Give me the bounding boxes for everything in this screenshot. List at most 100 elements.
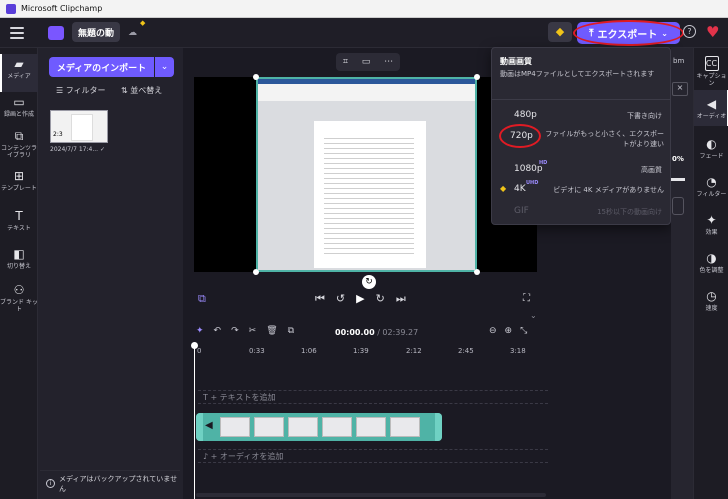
fullscreen-icon[interactable]: ⛶	[523, 293, 530, 304]
rail-audio[interactable]: ◀ オーディオ	[694, 97, 728, 121]
rail-brand-kit[interactable]: ⚇ ブランド キット	[0, 284, 38, 314]
option-gif: GIF 15秒以下の動画向け	[492, 201, 672, 225]
rail-library[interactable]: ⧉ コンテンツライブラリ	[0, 130, 38, 160]
heart-icon[interactable]: ♥	[706, 23, 719, 41]
fit-icon[interactable]: ▭	[362, 57, 371, 67]
speed-icon: ◷	[706, 289, 717, 303]
rail-label: 色を調整	[699, 267, 724, 274]
rail-label: ブランド キット	[0, 299, 38, 313]
gem-small-icon: ◆	[140, 19, 146, 27]
playhead[interactable]	[194, 346, 195, 499]
rotate-icon[interactable]: ↻	[362, 275, 376, 289]
cut-icon[interactable]: ✂	[249, 326, 257, 336]
import-dropdown-button[interactable]: ⌄	[155, 57, 174, 77]
export-quality-menu: 動画画質 動画はMP4ファイルとしてエクスポートされます 480p 下書き向け …	[491, 47, 672, 225]
sort-icon: ⇅	[121, 86, 128, 95]
rail-text[interactable]: T テキスト	[0, 210, 38, 233]
import-media-button[interactable]: メディアのインポート	[49, 57, 154, 77]
rail-media[interactable]: ▰ メディア	[0, 58, 38, 81]
mute-icon[interactable]: ◀	[205, 420, 213, 431]
rail-color[interactable]: ◑ 色を調整	[694, 252, 728, 275]
backup-notice[interactable]: i メディアはバックアップされていません	[40, 470, 180, 496]
speaker-icon: ◀	[706, 97, 717, 111]
fade-icon: ◐	[706, 137, 717, 151]
zoom-controls: ⊖ ⊕ ⤡	[489, 326, 527, 336]
rail-record[interactable]: ▭ 録画と作成	[0, 95, 38, 119]
backup-text: メディアはバックアップされていません	[59, 474, 178, 493]
fit-timeline-icon[interactable]: ⤡	[520, 326, 527, 336]
filter-label: フィルター	[65, 86, 106, 95]
undo-icon[interactable]: ↶	[214, 326, 222, 336]
option-desc: ファイルがもっと小さく、エクスポートがより速い	[545, 130, 664, 148]
text-track[interactable]: T + テキストを追加	[198, 390, 548, 404]
time-total: / 02:39.27	[377, 328, 419, 337]
close-icon[interactable]: ×	[672, 82, 688, 96]
zoom-in-icon[interactable]: ⊕	[505, 326, 513, 336]
rewind-icon[interactable]: ↺	[336, 292, 345, 306]
template-icon: ⊞	[13, 169, 25, 183]
tick-label: 1:39	[353, 347, 369, 355]
rail-label: オーディオ	[696, 113, 727, 120]
rail-captions[interactable]: CC キャプション	[694, 56, 728, 87]
rail-label: テキスト	[7, 225, 31, 232]
skip-back-icon[interactable]: ⏮	[315, 292, 325, 306]
forward-icon[interactable]: ↻	[376, 292, 385, 306]
redo-icon[interactable]: ↷	[231, 326, 239, 336]
play-icon[interactable]: ▶	[356, 292, 364, 306]
rail-label: 速度	[705, 305, 718, 312]
time-current: 00:00.00	[335, 328, 375, 337]
time-ruler[interactable]: 0 0:33 1:06 1:39 2:12 2:45 3:18	[183, 342, 553, 360]
window-titlebar: Microsoft Clipchamp	[0, 0, 728, 18]
rail-filters[interactable]: ◔ フィルター	[694, 176, 728, 199]
sort-button[interactable]: ⇅ 並べ替え	[121, 85, 162, 96]
media-date: 2024/7/7 17:4... ✓	[50, 146, 105, 153]
project-title[interactable]: 無題の動	[72, 22, 120, 42]
video-clip[interactable]: ◀	[196, 413, 442, 441]
magic-icon[interactable]: ⧉	[198, 292, 206, 306]
sparkle-icon[interactable]: ✦	[196, 326, 204, 336]
option-desc: 下書き向け	[627, 112, 662, 120]
tick-label: 3:18	[510, 347, 526, 355]
video-frame[interactable]	[256, 77, 477, 272]
zoom-out-icon[interactable]: ⊖	[489, 326, 497, 336]
skip-forward-icon[interactable]: ⏭	[396, 292, 406, 306]
filter-icon: ☰	[56, 86, 64, 95]
timeline-scrollbar[interactable]	[196, 493, 546, 497]
filter-button[interactable]: ☰ フィルター	[56, 85, 106, 96]
chevron-down-icon: ⌄	[160, 62, 169, 72]
volume-slider[interactable]	[671, 178, 685, 181]
delete-icon[interactable]: 🗑	[266, 326, 277, 336]
rail-fade[interactable]: ◐ フェード	[694, 137, 728, 161]
playhead-knob[interactable]	[191, 342, 198, 349]
panel-input[interactable]	[672, 197, 684, 215]
rail-effects[interactable]: ✦ 効果	[694, 214, 728, 237]
media-thumbnail[interactable]: 2:3	[50, 110, 108, 143]
audio-track[interactable]: ♪ + オーディオを追加	[198, 449, 548, 463]
hd-badge: HD	[539, 160, 548, 166]
resize-handle[interactable]	[253, 74, 259, 80]
panel-fragment: bm	[673, 57, 685, 65]
duplicate-icon[interactable]: ⧉	[288, 326, 294, 336]
clapper-icon	[48, 26, 64, 40]
rail-speed[interactable]: ◷ 速度	[694, 289, 728, 313]
more-icon[interactable]: ⋯	[384, 57, 393, 67]
camera-icon: ▭	[13, 95, 25, 109]
rail-label: 切り替え	[6, 263, 31, 270]
tick-label: 0:33	[249, 347, 265, 355]
help-icon[interactable]: ?	[683, 25, 696, 38]
tick-label: 2:45	[458, 347, 474, 355]
option-desc: 15秒以下の動画向け	[597, 208, 662, 216]
crop-icon[interactable]: ⌗	[343, 57, 348, 67]
premium-gem-icon[interactable]: ◆	[548, 22, 572, 42]
resize-handle[interactable]	[474, 269, 480, 275]
rail-templates[interactable]: ⊞ テンプレート	[0, 169, 38, 193]
resize-handle[interactable]	[474, 74, 480, 80]
menu-icon[interactable]	[10, 27, 24, 39]
clipchamp-logo-icon	[6, 3, 16, 14]
resize-handle[interactable]	[253, 269, 259, 275]
annotation-circle	[573, 20, 684, 46]
rail-transitions[interactable]: ◧ 切り替え	[0, 248, 38, 271]
left-rail: ▰ メディア ▭ 録画と作成 ⧉ コンテンツライブラリ ⊞ テンプレート T テ…	[0, 48, 38, 499]
option-4k[interactable]: ◆ 4K UHD ビデオに 4K メディアがありません	[492, 179, 672, 203]
window-title: Microsoft Clipchamp	[21, 4, 103, 13]
